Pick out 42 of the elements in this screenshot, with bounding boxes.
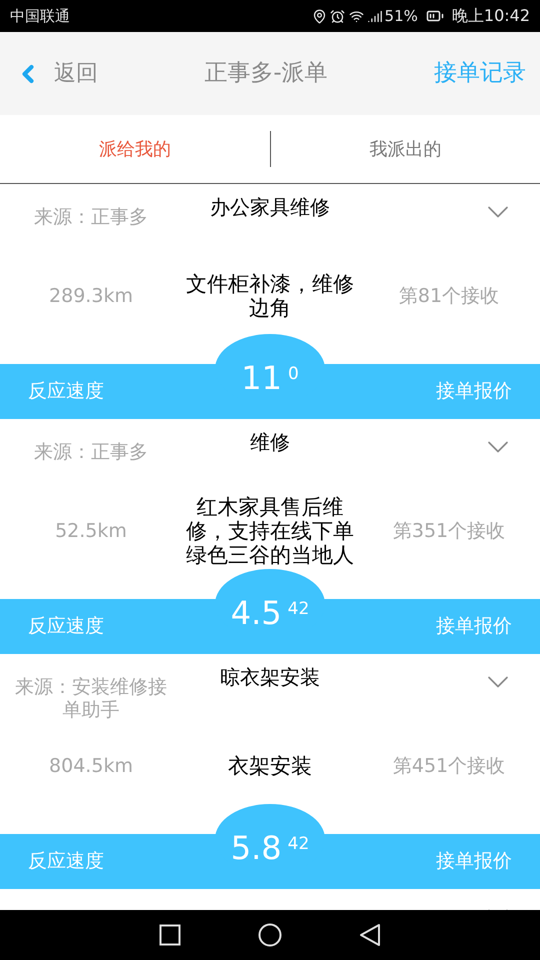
speed-label: 反应速度 [28,849,104,874]
receive-rank: 第451个接收 [392,754,506,779]
signal-icon [366,8,383,24]
speed-value: 4.5 [230,593,282,633]
order-distance: 804.5km [49,754,133,779]
order-records-link[interactable]: 接单记录 [434,56,526,91]
speed-label: 反应速度 [28,379,104,404]
page-title: 正事多-派单 [204,59,328,88]
location-icon [312,8,327,24]
order-source: 来源：正事多 [34,441,148,464]
order-source: 来源：安装维修接单助手 [14,676,168,722]
order-description: 文件柜补漆，维修边角 [185,272,355,320]
battery-percent: 51% [384,6,418,27]
speed-label: 反应速度 [28,614,104,640]
quote-button[interactable]: 接单报价 [436,847,512,876]
order-distance: 289.3km [49,284,133,309]
wifi-icon [348,8,365,24]
circle-icon[interactable] [258,923,282,947]
order-source: 来源：正事多 [34,206,148,229]
speed-value: 11 [241,358,282,398]
order-title: 办公家具维修 [210,194,330,220]
speed-value: 5.8 [230,828,282,868]
quote-button[interactable]: 接单报价 [436,377,512,406]
quote-button[interactable]: 接单报价 [436,612,512,641]
order-title: 晾衣架安装 [220,664,320,690]
speed-sub-value: 42 [288,833,310,856]
carrier-name: 中国联通 [10,6,70,27]
tab[interactable]: 派给我的 [0,115,270,183]
receive-rank: 第351个接收 [392,518,506,544]
back-button[interactable]: 返回 [14,56,98,90]
order-distance: 52.5km [55,518,127,544]
square-icon[interactable] [158,924,181,946]
alarm-icon [330,8,345,24]
order-description: 红木家具售后维修，支持在线下单绿色三谷的当地人 [185,495,355,567]
order-description: 衣架安装 [228,754,312,778]
clock-time: 晚上10:42 [452,5,530,27]
tab[interactable]: 我派出的 [270,131,540,167]
speed-sub-value: 0 [288,363,299,386]
receive-rank: 第81个接收 [398,284,500,309]
speed-sub-value: 42 [288,598,310,621]
back-triangle-icon[interactable] [359,923,382,947]
order-title: 维修 [250,429,290,455]
